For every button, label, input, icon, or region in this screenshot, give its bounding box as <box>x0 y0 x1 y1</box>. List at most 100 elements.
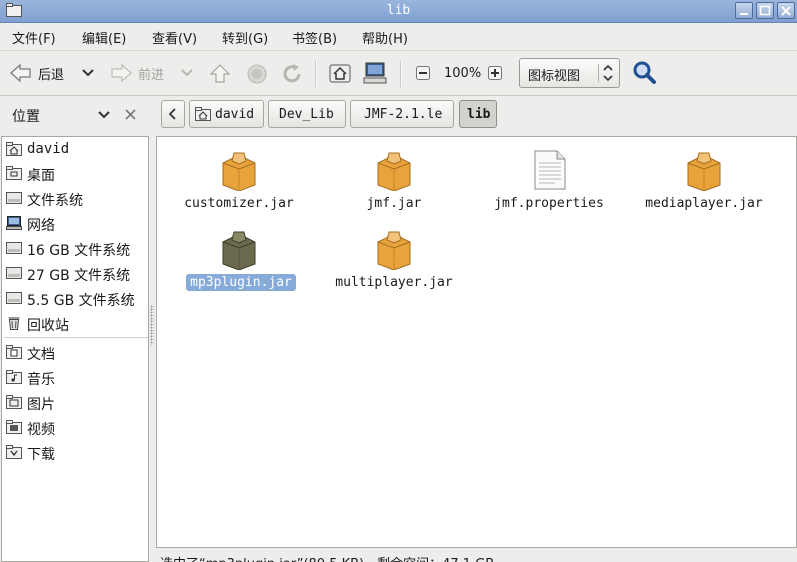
path-button-home[interactable]: david <box>189 100 264 128</box>
zoom-in-icon[interactable] <box>488 66 502 80</box>
forward-arrow-icon <box>111 63 132 83</box>
file-name: customizer.jar <box>184 196 294 211</box>
close-pane-icon[interactable] <box>125 109 136 120</box>
path-label: JMF-2.1.le <box>364 107 443 122</box>
menu-file[interactable]: 文件(F) <box>12 28 56 47</box>
path-button-devlib[interactable]: Dev_Lib <box>268 100 346 128</box>
status-text: 选中了“mp3plugin.jar”(80.5 KB)，剩余空间：47.1 GB <box>160 553 494 562</box>
sidebar-item-label: david <box>27 141 70 157</box>
drive-icon <box>6 242 22 254</box>
minimize-button[interactable] <box>735 2 753 19</box>
menu-bookmarks[interactable]: 书签(B) <box>292 28 337 47</box>
file-item[interactable]: mediaplayer.jar <box>624 139 784 217</box>
menu-go[interactable]: 转到(G) <box>222 28 268 47</box>
sidebar-item-label: 文件系统 <box>27 193 83 209</box>
up-arrow-icon[interactable] <box>208 62 232 86</box>
close-icon <box>781 6 791 16</box>
home-folder-icon <box>6 142 22 156</box>
sidebar-item-label: 27 GB 文件系统 <box>27 268 131 284</box>
sidebar-item-label: 音乐 <box>27 372 55 388</box>
pane-resize-handle[interactable] <box>150 305 154 345</box>
file-name: mediaplayer.jar <box>645 196 763 211</box>
maximize-icon <box>759 5 771 16</box>
file-item[interactable]: customizer.jar <box>159 139 319 217</box>
computer-icon[interactable] <box>363 61 387 85</box>
places-sidebar: david 桌面 文件系统 网络 16 GB 文件系统 27 GB 文件系统 5… <box>1 136 149 562</box>
menu-view[interactable]: 查看(V) <box>152 28 197 47</box>
side-pane-header: 位置 <box>0 95 152 135</box>
back-arrow-icon <box>10 63 31 83</box>
sidebar-item-label: 16 GB 文件系统 <box>27 243 131 259</box>
back-label: 后退 <box>38 67 65 83</box>
jar-package-icon <box>222 152 256 191</box>
back-history-chevron-icon[interactable] <box>82 68 94 78</box>
zoom-level: 100% <box>444 66 482 81</box>
path-scroll-left-button[interactable] <box>161 100 185 128</box>
path-label: david <box>215 107 255 122</box>
zoom-out-icon[interactable] <box>416 66 430 80</box>
jar-package-icon <box>222 231 256 270</box>
desktop-folder-icon <box>6 166 22 180</box>
file-item[interactable]: jmf.jar <box>314 139 474 217</box>
stop-icon[interactable] <box>245 62 269 86</box>
view-mode-select[interactable]: 图标视图 <box>519 58 620 88</box>
window-title: lib <box>386 3 411 18</box>
sidebar-item-label: 5.5 GB 文件系统 <box>27 293 135 309</box>
forward-label: 前进 <box>138 67 165 83</box>
trash-icon <box>8 317 20 330</box>
sidebar-item-label: 文档 <box>27 347 55 363</box>
text-file-icon <box>534 150 566 190</box>
drive-icon <box>6 192 22 204</box>
toolbar-separator <box>400 61 402 87</box>
sidebar-item-label: 视频 <box>27 422 55 438</box>
sidebar-item-label: 网络 <box>27 218 55 234</box>
path-button-current[interactable]: lib <box>459 100 497 128</box>
sidebar-item-label: 下载 <box>27 447 55 463</box>
file-name: mp3plugin.jar <box>186 274 296 291</box>
sidebar-divider <box>4 337 148 338</box>
file-name: multiplayer.jar <box>335 275 453 290</box>
back-button[interactable]: 后退 <box>8 51 64 95</box>
menubar: 文件(F) 编辑(E) 查看(V) 转到(G) 书签(B) 帮助(H) <box>0 23 797 49</box>
maximize-button[interactable] <box>756 2 774 19</box>
home-folder-icon <box>195 107 211 121</box>
search-icon[interactable] <box>632 60 658 86</box>
pictures-folder-icon <box>6 395 22 409</box>
file-item[interactable]: multiplayer.jar <box>314 218 474 296</box>
file-item[interactable]: jmf.properties <box>469 139 629 217</box>
network-icon <box>6 216 22 230</box>
status-bar: 选中了“mp3plugin.jar”(80.5 KB)，剩余空间：47.1 GB <box>158 549 797 562</box>
forward-history-chevron-icon[interactable] <box>181 68 193 78</box>
sidebar-item-label: 桌面 <box>27 168 55 184</box>
minimize-icon <box>740 13 748 15</box>
side-pane-title[interactable]: 位置 <box>12 106 40 126</box>
path-label: Dev_Lib <box>279 107 334 122</box>
videos-folder-icon <box>6 420 22 434</box>
jar-package-icon <box>687 152 721 191</box>
chevron-left-icon <box>169 108 176 120</box>
jar-package-icon <box>377 152 411 191</box>
downloads-folder-icon <box>6 445 22 459</box>
toolbar-separator <box>315 61 317 87</box>
file-name: jmf.properties <box>494 196 604 211</box>
drive-icon <box>6 292 22 304</box>
updown-chevron-icon <box>603 64 613 82</box>
menu-edit[interactable]: 编辑(E) <box>82 28 126 47</box>
sidebar-item-label: 图片 <box>27 397 55 413</box>
file-item-selected[interactable]: mp3plugin.jar <box>159 218 319 296</box>
forward-button[interactable]: 前进 <box>108 51 164 95</box>
documents-folder-icon <box>6 345 22 359</box>
close-button[interactable] <box>777 2 795 19</box>
combo-divider <box>598 64 599 82</box>
menu-help[interactable]: 帮助(H) <box>362 28 408 47</box>
music-folder-icon <box>6 370 22 384</box>
path-button-jmf[interactable]: JMF-2.1.le <box>350 100 454 128</box>
file-name: jmf.jar <box>366 196 422 211</box>
reload-icon[interactable] <box>280 62 304 86</box>
jar-package-icon <box>377 231 411 270</box>
window-titlebar[interactable]: lib <box>0 0 797 23</box>
file-view[interactable]: customizer.jar jmf.jar jmf.properties me… <box>156 136 797 548</box>
sidebar-item-label: 回收站 <box>27 318 69 334</box>
home-icon[interactable] <box>329 62 351 84</box>
chevron-down-icon[interactable] <box>98 110 110 119</box>
